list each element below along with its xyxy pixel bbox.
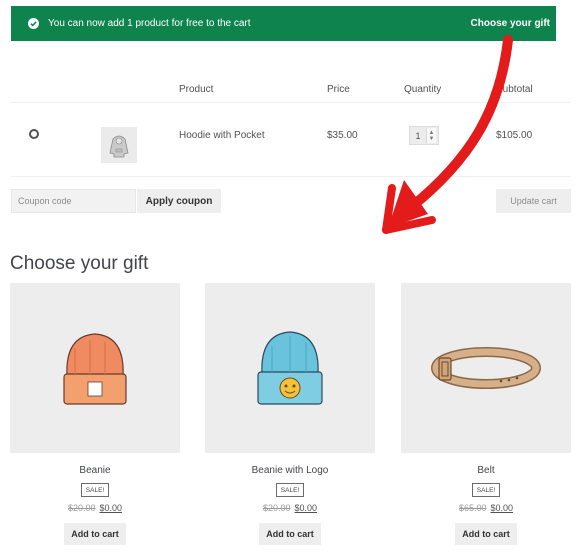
- quantity-spinner[interactable]: ▲ ▼: [426, 128, 436, 143]
- quantity-stepper[interactable]: 1 ▲ ▼: [409, 126, 439, 145]
- header-price: Price: [327, 84, 350, 95]
- gift-product-card: Belt SALE! $65.00 $0.00 Add to cart: [401, 283, 571, 545]
- quantity-value[interactable]: 1: [410, 131, 426, 141]
- product-price: $65.00 $0.00: [401, 503, 571, 513]
- header-quantity: Quantity: [404, 84, 442, 95]
- cart-subtotal: $105.00: [496, 130, 533, 141]
- product-name[interactable]: Belt: [401, 465, 571, 476]
- gift-section-title: Choose your gift: [10, 253, 149, 274]
- sale-badge: SALE!: [81, 483, 109, 497]
- add-to-cart-button[interactable]: Add to cart: [455, 523, 517, 545]
- add-to-cart-button[interactable]: Add to cart: [259, 523, 321, 545]
- product-price: $20.00 $0.00: [205, 503, 375, 513]
- hoodie-icon: [109, 135, 129, 158]
- sale-badge: SALE!: [472, 483, 500, 497]
- gift-product-card: Beanie with Logo SALE! $20.00 $0.00 Add t…: [205, 283, 375, 545]
- original-price: $20.00: [262, 503, 291, 513]
- sale-price: $0.00: [99, 503, 123, 513]
- product-price: $20.00 $0.00: [10, 503, 180, 513]
- original-price: $20.00: [67, 503, 96, 513]
- product-image[interactable]: [401, 283, 571, 453]
- choose-gift-link[interactable]: Choose your gift: [471, 18, 550, 29]
- beanie-with-logo-icon: [257, 331, 323, 405]
- product-image[interactable]: [10, 283, 180, 453]
- product-name[interactable]: Beanie: [10, 465, 180, 476]
- beanie-icon: [63, 333, 127, 405]
- gift-notice-bar: You can now add 1 product for free to th…: [11, 6, 556, 41]
- product-image[interactable]: [205, 283, 375, 453]
- sale-price: $0.00: [490, 503, 514, 513]
- gift-product-card: Beanie SALE! $20.00 $0.00 Add to cart: [10, 283, 180, 545]
- coupon-code-input[interactable]: Coupon code: [11, 189, 136, 213]
- add-to-cart-button[interactable]: Add to cart: [64, 523, 126, 545]
- cart-product-price: $35.00: [327, 130, 358, 141]
- product-name[interactable]: Beanie with Logo: [205, 465, 375, 476]
- sale-price: $0.00: [294, 503, 318, 513]
- cart-product-name[interactable]: Hoodie with Pocket: [179, 130, 265, 141]
- update-cart-button[interactable]: Update cart: [496, 189, 571, 213]
- notice-message: You can now add 1 product for free to th…: [48, 18, 251, 29]
- apply-coupon-button[interactable]: Apply coupon: [137, 189, 221, 213]
- header-subtotal: Subtotal: [496, 84, 533, 95]
- product-thumbnail[interactable]: [101, 127, 137, 163]
- belt-icon: [431, 347, 541, 389]
- original-price: $65.00: [458, 503, 487, 513]
- check-circle-icon: [28, 18, 39, 29]
- table-divider: [11, 102, 571, 103]
- sale-badge: SALE!: [276, 483, 304, 497]
- chevron-down-icon[interactable]: ▼: [429, 136, 435, 142]
- table-divider: [11, 176, 571, 177]
- header-product: Product: [179, 84, 214, 95]
- remove-item-icon[interactable]: [29, 129, 39, 139]
